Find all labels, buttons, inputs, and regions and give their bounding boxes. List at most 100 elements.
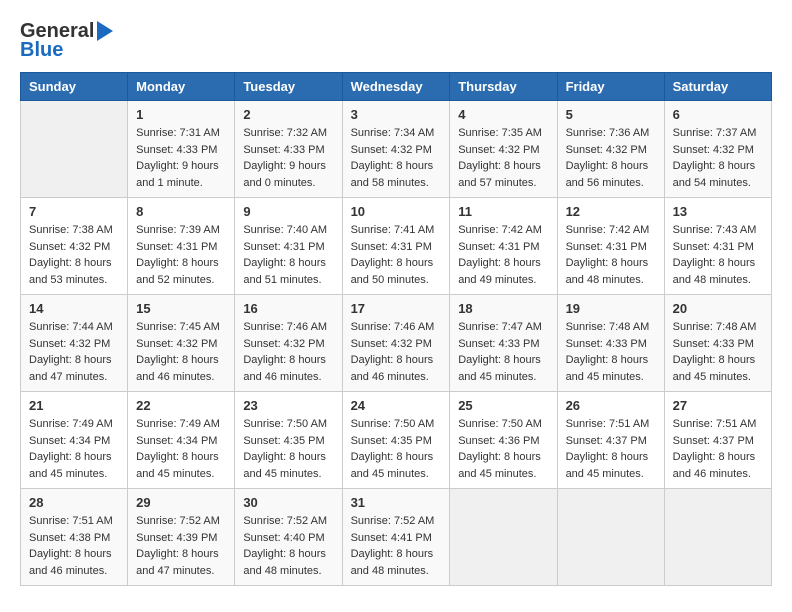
calendar-cell: 4 Sunrise: 7:35 AM Sunset: 4:32 PM Dayli… (450, 101, 557, 198)
sunrise-text: Sunrise: 7:35 AM (458, 127, 542, 139)
daylight-text: Daylight: 8 hours and 45 minutes. (29, 451, 112, 480)
calendar-cell: 13 Sunrise: 7:43 AM Sunset: 4:31 PM Dayl… (664, 198, 771, 295)
weekday-header-saturday: Saturday (664, 73, 771, 101)
sunrise-text: Sunrise: 7:32 AM (243, 127, 327, 139)
sunset-text: Sunset: 4:33 PM (136, 144, 217, 156)
day-info: Sunrise: 7:46 AM Sunset: 4:32 PM Dayligh… (243, 319, 333, 385)
calendar-cell: 9 Sunrise: 7:40 AM Sunset: 4:31 PM Dayli… (235, 198, 342, 295)
calendar-cell (450, 489, 557, 586)
daylight-text: Daylight: 8 hours and 50 minutes. (351, 257, 434, 286)
daylight-text: Daylight: 8 hours and 45 minutes. (458, 451, 541, 480)
day-number: 9 (243, 204, 333, 219)
calendar-cell: 7 Sunrise: 7:38 AM Sunset: 4:32 PM Dayli… (21, 198, 128, 295)
sunrise-text: Sunrise: 7:45 AM (136, 321, 220, 333)
day-info: Sunrise: 7:50 AM Sunset: 4:35 PM Dayligh… (243, 416, 333, 482)
sunrise-text: Sunrise: 7:49 AM (136, 418, 220, 430)
calendar-cell: 30 Sunrise: 7:52 AM Sunset: 4:40 PM Dayl… (235, 489, 342, 586)
sunset-text: Sunset: 4:31 PM (243, 241, 324, 253)
day-number: 21 (29, 398, 119, 413)
sunrise-text: Sunrise: 7:40 AM (243, 224, 327, 236)
calendar-cell: 17 Sunrise: 7:46 AM Sunset: 4:32 PM Dayl… (342, 295, 450, 392)
day-number: 7 (29, 204, 119, 219)
day-info: Sunrise: 7:52 AM Sunset: 4:39 PM Dayligh… (136, 513, 226, 579)
calendar-cell: 8 Sunrise: 7:39 AM Sunset: 4:31 PM Dayli… (128, 198, 235, 295)
calendar-week-row: 7 Sunrise: 7:38 AM Sunset: 4:32 PM Dayli… (21, 198, 772, 295)
sunset-text: Sunset: 4:32 PM (243, 338, 324, 350)
daylight-text: Daylight: 8 hours and 45 minutes. (458, 354, 541, 383)
daylight-text: Daylight: 8 hours and 45 minutes. (566, 451, 649, 480)
day-info: Sunrise: 7:38 AM Sunset: 4:32 PM Dayligh… (29, 222, 119, 288)
day-info: Sunrise: 7:49 AM Sunset: 4:34 PM Dayligh… (136, 416, 226, 482)
day-info: Sunrise: 7:50 AM Sunset: 4:36 PM Dayligh… (458, 416, 548, 482)
calendar-cell: 14 Sunrise: 7:44 AM Sunset: 4:32 PM Dayl… (21, 295, 128, 392)
sunrise-text: Sunrise: 7:50 AM (458, 418, 542, 430)
calendar-cell: 15 Sunrise: 7:45 AM Sunset: 4:32 PM Dayl… (128, 295, 235, 392)
day-number: 14 (29, 301, 119, 316)
weekday-header-monday: Monday (128, 73, 235, 101)
daylight-text: Daylight: 8 hours and 45 minutes. (136, 451, 219, 480)
day-number: 15 (136, 301, 226, 316)
day-info: Sunrise: 7:42 AM Sunset: 4:31 PM Dayligh… (458, 222, 548, 288)
calendar-cell: 6 Sunrise: 7:37 AM Sunset: 4:32 PM Dayli… (664, 101, 771, 198)
day-number: 6 (673, 107, 763, 122)
calendar-cell: 31 Sunrise: 7:52 AM Sunset: 4:41 PM Dayl… (342, 489, 450, 586)
day-info: Sunrise: 7:45 AM Sunset: 4:32 PM Dayligh… (136, 319, 226, 385)
sunrise-text: Sunrise: 7:37 AM (673, 127, 757, 139)
weekday-header-friday: Friday (557, 73, 664, 101)
sunrise-text: Sunrise: 7:52 AM (243, 515, 327, 527)
weekday-header-thursday: Thursday (450, 73, 557, 101)
day-info: Sunrise: 7:51 AM Sunset: 4:37 PM Dayligh… (566, 416, 656, 482)
logo-arrow-icon (97, 21, 113, 41)
day-info: Sunrise: 7:42 AM Sunset: 4:31 PM Dayligh… (566, 222, 656, 288)
sunset-text: Sunset: 4:38 PM (29, 532, 110, 544)
sunrise-text: Sunrise: 7:51 AM (566, 418, 650, 430)
day-info: Sunrise: 7:48 AM Sunset: 4:33 PM Dayligh… (566, 319, 656, 385)
calendar-cell: 16 Sunrise: 7:46 AM Sunset: 4:32 PM Dayl… (235, 295, 342, 392)
sunset-text: Sunset: 4:32 PM (673, 144, 754, 156)
day-info: Sunrise: 7:40 AM Sunset: 4:31 PM Dayligh… (243, 222, 333, 288)
weekday-header-tuesday: Tuesday (235, 73, 342, 101)
daylight-text: Daylight: 8 hours and 48 minutes. (351, 548, 434, 577)
day-number: 10 (351, 204, 442, 219)
sunrise-text: Sunrise: 7:52 AM (351, 515, 435, 527)
calendar-cell: 2 Sunrise: 7:32 AM Sunset: 4:33 PM Dayli… (235, 101, 342, 198)
daylight-text: Daylight: 8 hours and 46 minutes. (243, 354, 326, 383)
day-number: 26 (566, 398, 656, 413)
day-info: Sunrise: 7:34 AM Sunset: 4:32 PM Dayligh… (351, 125, 442, 191)
calendar-cell: 11 Sunrise: 7:42 AM Sunset: 4:31 PM Dayl… (450, 198, 557, 295)
day-info: Sunrise: 7:32 AM Sunset: 4:33 PM Dayligh… (243, 125, 333, 191)
daylight-text: Daylight: 8 hours and 45 minutes. (351, 451, 434, 480)
sunrise-text: Sunrise: 7:48 AM (566, 321, 650, 333)
header: General Blue (20, 20, 772, 62)
day-number: 13 (673, 204, 763, 219)
daylight-text: Daylight: 8 hours and 51 minutes. (243, 257, 326, 286)
day-info: Sunrise: 7:41 AM Sunset: 4:31 PM Dayligh… (351, 222, 442, 288)
day-number: 22 (136, 398, 226, 413)
daylight-text: Daylight: 8 hours and 45 minutes. (243, 451, 326, 480)
calendar-cell: 24 Sunrise: 7:50 AM Sunset: 4:35 PM Dayl… (342, 392, 450, 489)
calendar-cell: 21 Sunrise: 7:49 AM Sunset: 4:34 PM Dayl… (21, 392, 128, 489)
daylight-text: Daylight: 8 hours and 48 minutes. (566, 257, 649, 286)
day-info: Sunrise: 7:49 AM Sunset: 4:34 PM Dayligh… (29, 416, 119, 482)
day-number: 25 (458, 398, 548, 413)
calendar-cell: 25 Sunrise: 7:50 AM Sunset: 4:36 PM Dayl… (450, 392, 557, 489)
sunset-text: Sunset: 4:31 PM (458, 241, 539, 253)
calendar-cell (557, 489, 664, 586)
sunrise-text: Sunrise: 7:51 AM (673, 418, 757, 430)
sunset-text: Sunset: 4:35 PM (243, 435, 324, 447)
calendar-cell: 3 Sunrise: 7:34 AM Sunset: 4:32 PM Dayli… (342, 101, 450, 198)
sunset-text: Sunset: 4:37 PM (673, 435, 754, 447)
sunrise-text: Sunrise: 7:41 AM (351, 224, 435, 236)
day-number: 28 (29, 495, 119, 510)
sunrise-text: Sunrise: 7:39 AM (136, 224, 220, 236)
sunset-text: Sunset: 4:41 PM (351, 532, 432, 544)
daylight-text: Daylight: 8 hours and 46 minutes. (29, 548, 112, 577)
daylight-text: Daylight: 8 hours and 45 minutes. (673, 354, 756, 383)
calendar-cell (21, 101, 128, 198)
day-number: 18 (458, 301, 548, 316)
day-number: 17 (351, 301, 442, 316)
daylight-text: Daylight: 8 hours and 45 minutes. (566, 354, 649, 383)
day-number: 29 (136, 495, 226, 510)
sunset-text: Sunset: 4:40 PM (243, 532, 324, 544)
sunset-text: Sunset: 4:32 PM (136, 338, 217, 350)
